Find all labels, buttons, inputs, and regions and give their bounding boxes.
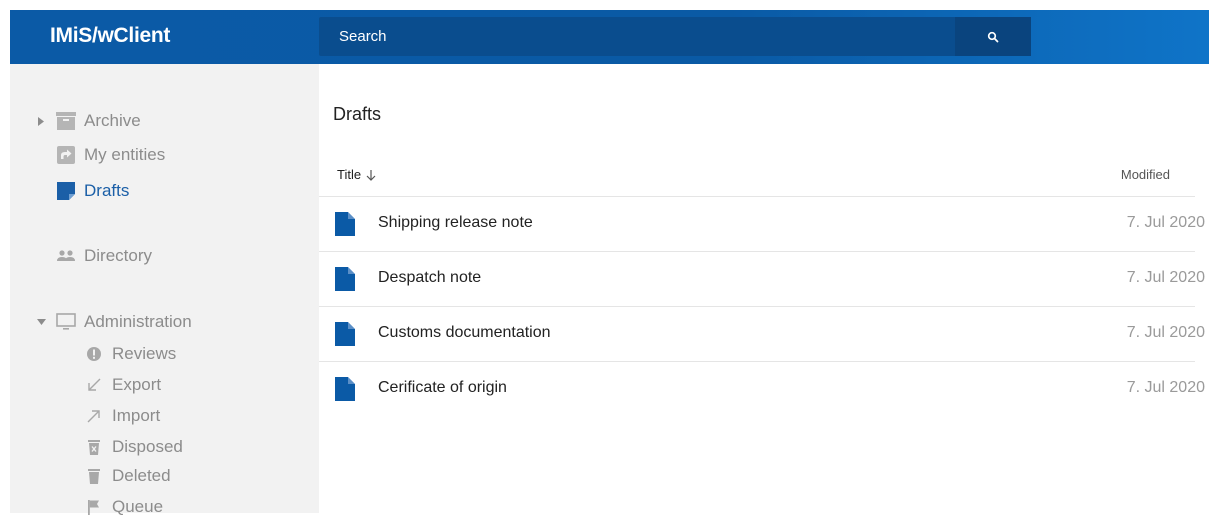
column-header-label: Title: [337, 167, 362, 182]
sidebar: Archive My entities Drafts Directory Adm…: [10, 64, 319, 516]
sidebar-item-reviews[interactable]: Reviews: [84, 342, 176, 366]
flag-icon: [84, 497, 104, 517]
sidebar-item-label: Import: [112, 406, 161, 425]
document-icon: [335, 212, 355, 236]
sidebar-item-label: Drafts: [84, 181, 130, 200]
collapse-caret-icon[interactable]: [36, 317, 46, 327]
sidebar-item-label: My entities: [84, 145, 166, 164]
sidebar-item-my-entities[interactable]: My entities: [56, 143, 165, 167]
app-header: IMiS/wClient: [10, 10, 1209, 64]
sidebar-item-deleted[interactable]: Deleted: [84, 464, 171, 488]
sort-descending-icon: [366, 169, 376, 181]
people-icon: [56, 246, 76, 266]
sidebar-item-directory[interactable]: Directory: [56, 244, 152, 268]
sidebar-item-disposed[interactable]: Disposed: [84, 435, 183, 459]
share-square-icon: [56, 145, 76, 165]
trash-icon: [84, 466, 104, 486]
row-title: Customs documentation: [378, 324, 551, 341]
document-icon: [335, 377, 355, 401]
arrow-down-left-icon: [84, 375, 104, 395]
search-icon: [987, 31, 999, 42]
row-title: Cerificate of origin: [378, 379, 507, 396]
sidebar-item-queue[interactable]: Queue: [84, 495, 163, 519]
main-content: Drafts Title Modified Shipping release n…: [319, 64, 1209, 513]
column-header-modified[interactable]: Modified: [1121, 167, 1170, 182]
table-row[interactable]: Shipping release note 7. Jul 2020: [319, 197, 1205, 252]
sidebar-item-label: Reviews: [112, 344, 177, 363]
search-bar: [319, 17, 1031, 56]
search-input[interactable]: [319, 17, 949, 56]
sidebar-item-administration[interactable]: Administration: [56, 310, 192, 334]
expand-caret-icon[interactable]: [36, 116, 46, 126]
sidebar-item-label: Archive: [84, 111, 141, 130]
sidebar-item-export[interactable]: Export: [84, 373, 161, 397]
table-row[interactable]: Customs documentation 7. Jul 2020: [319, 307, 1205, 362]
sidebar-item-import[interactable]: Import: [84, 404, 160, 428]
sidebar-item-label: Deleted: [112, 466, 171, 485]
draft-note-icon: [56, 181, 76, 201]
row-modified: 7. Jul 2020: [1126, 324, 1205, 341]
page-title: Drafts: [333, 104, 382, 124]
document-icon: [335, 322, 355, 346]
archive-box-icon: [56, 111, 76, 131]
table-row[interactable]: Cerificate of origin 7. Jul 2020: [319, 362, 1205, 416]
sidebar-item-drafts[interactable]: Drafts: [56, 179, 129, 203]
sidebar-item-label: Queue: [112, 497, 164, 516]
table-row[interactable]: Despatch note 7. Jul 2020: [319, 252, 1205, 307]
row-title: Despatch note: [378, 269, 482, 286]
row-modified: 7. Jul 2020: [1126, 214, 1205, 231]
top-strip: [0, 0, 1209, 10]
sidebar-item-label: Export: [112, 375, 162, 394]
document-icon: [335, 267, 355, 291]
row-modified: 7. Jul 2020: [1126, 269, 1205, 286]
alert-circle-icon: [84, 344, 104, 364]
sidebar-item-label: Administration: [84, 312, 192, 331]
monitor-icon: [56, 312, 76, 332]
search-button[interactable]: [955, 17, 1031, 56]
sidebar-item-archive[interactable]: Archive: [56, 109, 141, 133]
trash-x-icon: [84, 437, 104, 457]
arrow-up-right-icon: [84, 406, 104, 426]
app-logo[interactable]: IMiS/wClient: [50, 24, 170, 48]
row-title: Shipping release note: [378, 214, 533, 231]
sidebar-item-label: Disposed: [112, 437, 183, 456]
row-modified: 7. Jul 2020: [1126, 379, 1205, 396]
sidebar-item-label: Directory: [84, 246, 153, 265]
column-header-title[interactable]: Title: [337, 167, 376, 182]
